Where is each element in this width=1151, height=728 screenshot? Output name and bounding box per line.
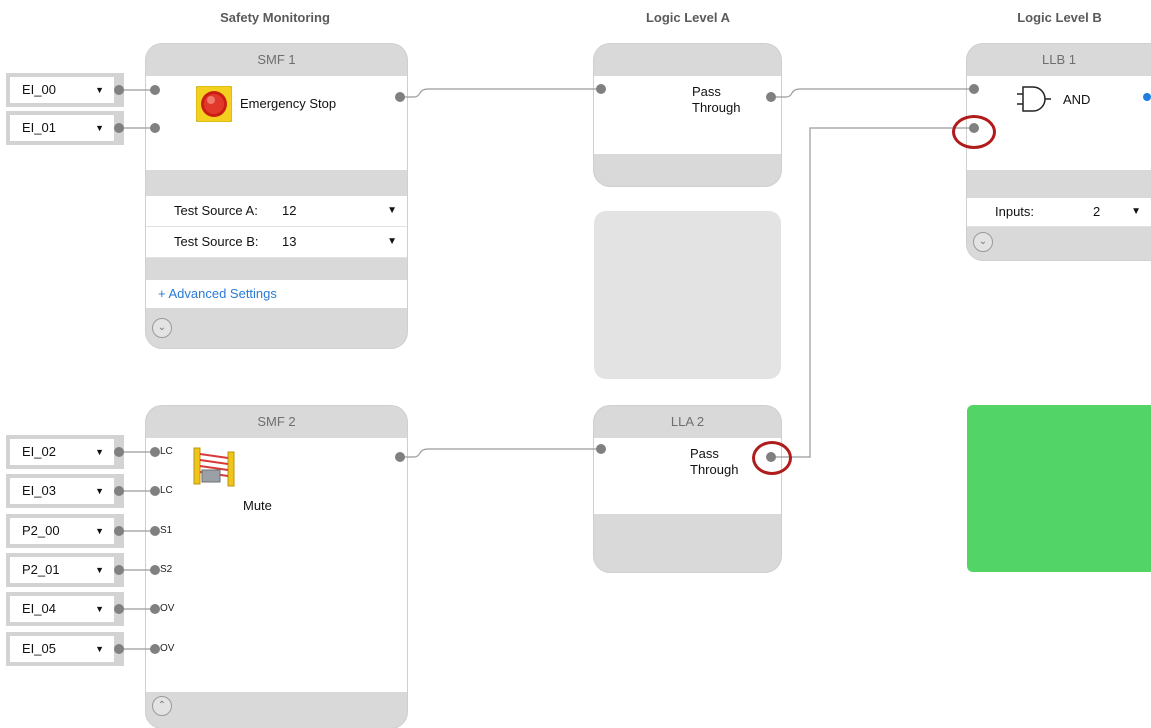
llb1-output-port[interactable]	[1143, 93, 1151, 101]
lla2-input-port[interactable]	[596, 444, 606, 454]
emergency-stop-icon	[195, 85, 233, 125]
lla1-input-port[interactable]	[596, 84, 606, 94]
chevron-down-icon: ▼	[95, 486, 104, 496]
inputs-label: Inputs:	[995, 204, 1035, 219]
port-label-lc: LC	[160, 485, 173, 496]
input-selector-value: EI_01	[22, 120, 56, 135]
input-selector-ei02[interactable]: EI_02 ▼	[6, 435, 124, 469]
input-selector-value: P2_01	[22, 562, 60, 577]
input-selector-p200[interactable]: P2_00 ▼	[6, 514, 124, 548]
chevron-down-icon: ▼	[95, 565, 104, 575]
input-selector-ei05[interactable]: EI_05 ▼	[6, 632, 124, 666]
expand-chevron-icon[interactable]: ⌄	[973, 232, 993, 252]
inputs-value: 2	[1093, 204, 1101, 219]
input-selector-ei00[interactable]: EI_00 ▼	[6, 73, 124, 107]
llb1-input-port-1[interactable]	[969, 84, 979, 94]
highlight-ring-llb1-input	[952, 115, 996, 149]
chevron-down-icon: ▼	[95, 447, 104, 457]
lla1-output-port[interactable]	[766, 92, 776, 102]
selector-port[interactable]	[114, 85, 124, 95]
selector-port[interactable]	[114, 565, 124, 575]
expand-chevron-icon[interactable]: ⌄	[152, 318, 172, 338]
chevron-down-icon: ▼	[95, 123, 104, 133]
input-selector-value: EI_00	[22, 82, 56, 97]
input-selector-value: EI_05	[22, 641, 56, 656]
selector-port[interactable]	[114, 123, 124, 133]
port-label-ov: OV	[160, 603, 175, 614]
smf2-input-port[interactable]	[150, 486, 160, 496]
port-label-s1: S1	[160, 525, 173, 536]
lla2-function-line2: Through	[690, 462, 739, 477]
llb1-function-label: AND	[1063, 92, 1091, 107]
selector-port[interactable]	[114, 486, 124, 496]
smf2-function-label: Mute	[243, 498, 272, 513]
selector-port[interactable]	[114, 447, 124, 457]
smf2-input-port[interactable]	[150, 565, 160, 575]
smf1-function-label: Emergency Stop	[240, 96, 337, 111]
chevron-down-icon: ▼	[95, 85, 104, 95]
input-selector-value: EI_02	[22, 444, 56, 459]
smf2-block[interactable]: SMF 2 Mute ⌃	[146, 406, 407, 728]
inputs-count-select[interactable]: Inputs: 2 ▼	[967, 198, 1151, 227]
advanced-settings-link[interactable]: + Advanced Settings	[146, 280, 407, 308]
empty-logic-slot[interactable]	[594, 211, 781, 379]
input-selector-value: EI_04	[22, 601, 56, 616]
column-title-safety-monitoring: Safety Monitoring	[220, 10, 330, 25]
chevron-down-icon: ▼	[387, 205, 397, 216]
smf2-input-port[interactable]	[150, 447, 160, 457]
test-source-a-value: 12	[282, 203, 297, 218]
input-selector-ei04[interactable]: EI_04 ▼	[6, 592, 124, 626]
test-source-a-select[interactable]: Test Source A: 12 ▼	[146, 196, 407, 227]
lla1-function-line2: Through	[692, 100, 741, 115]
smf1-title: SMF 1	[257, 52, 296, 67]
lla2-title: LLA 2	[670, 414, 705, 429]
input-selector-ei03[interactable]: EI_03 ▼	[6, 474, 124, 508]
test-source-b-value: 13	[282, 234, 297, 249]
input-selector-p201[interactable]: P2_01 ▼	[6, 553, 124, 587]
smf2-input-port[interactable]	[150, 644, 160, 654]
lla2-block[interactable]: LLA 2 Pass Through	[594, 406, 781, 572]
column-title-logic-level-a: Logic Level A	[645, 10, 731, 25]
light-curtain-mute-icon	[192, 446, 236, 491]
smf2-title: SMF 2	[257, 414, 296, 429]
smf1-output-port[interactable]	[395, 92, 405, 102]
smf2-input-port[interactable]	[150, 604, 160, 614]
lla1-title	[594, 44, 781, 76]
port-label-s2: S2	[160, 564, 173, 575]
column-title-logic-level-b: Logic Level B	[1017, 10, 1102, 25]
smf1-block[interactable]: SMF 1 Emergency Stop Test Source A: 12 ▼…	[146, 44, 407, 348]
highlight-ring-lla2-output	[752, 441, 792, 475]
selector-port[interactable]	[114, 604, 124, 614]
test-source-b-label: Test Source B:	[174, 234, 259, 249]
chevron-down-icon: ▼	[95, 526, 104, 536]
port-label-ov: OV	[160, 643, 175, 654]
chevron-down-icon: ▼	[95, 604, 104, 614]
input-selector-value: EI_03	[22, 483, 56, 498]
smf1-input-port-1[interactable]	[150, 85, 160, 95]
and-gate-icon	[1015, 84, 1053, 117]
llb1-block[interactable]: LLB 1 AND Inputs: 2 ▼ ⌄	[967, 44, 1151, 260]
test-source-a-label: Test Source A:	[174, 203, 258, 218]
chevron-down-icon: ▼	[387, 236, 397, 247]
selector-port[interactable]	[114, 644, 124, 654]
smf2-output-port[interactable]	[395, 452, 405, 462]
lla1-function-line1: Pass	[692, 84, 721, 99]
test-source-b-select[interactable]: Test Source B: 13 ▼	[146, 227, 407, 258]
collapse-chevron-icon[interactable]: ⌃	[152, 696, 172, 716]
chevron-down-icon: ▼	[1131, 206, 1141, 217]
status-indicator-block	[967, 405, 1151, 572]
selector-port[interactable]	[114, 526, 124, 536]
llb1-title: LLB 1	[1042, 52, 1076, 67]
chevron-down-icon: ▼	[95, 644, 104, 654]
lla1-block[interactable]: Pass Through	[594, 44, 781, 186]
port-label-lc: LC	[160, 446, 173, 457]
smf1-input-port-2[interactable]	[150, 123, 160, 133]
input-selector-value: P2_00	[22, 523, 60, 538]
lla2-function-line1: Pass	[690, 446, 719, 461]
input-selector-ei01[interactable]: EI_01 ▼	[6, 111, 124, 145]
smf2-input-port[interactable]	[150, 526, 160, 536]
